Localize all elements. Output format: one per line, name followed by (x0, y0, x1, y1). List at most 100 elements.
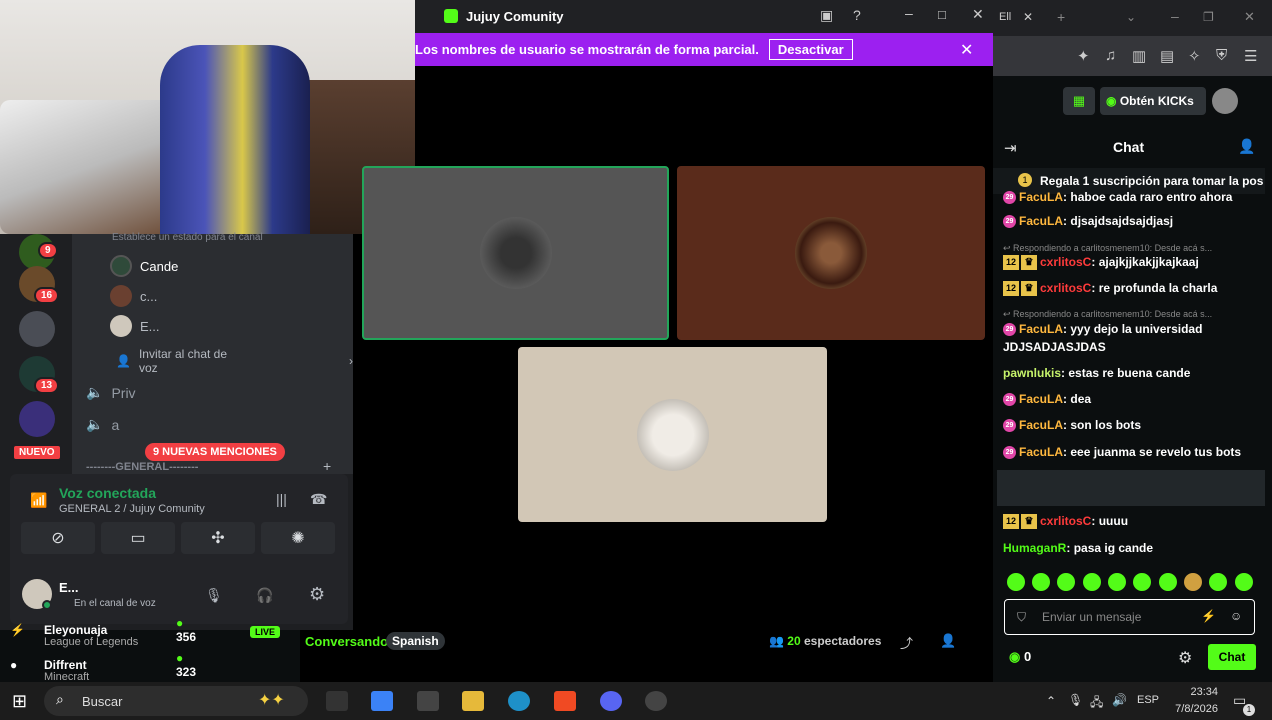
chat-message[interactable]: 29 FacuLA: son los bots (1003, 416, 1265, 434)
emote-icon[interactable] (1007, 573, 1025, 591)
activities-button[interactable]: ✣ (181, 522, 255, 554)
camera-off-button[interactable]: ⊘ (21, 522, 95, 554)
emote-icon[interactable] (1235, 573, 1253, 591)
minimize-icon[interactable]: – (1171, 8, 1179, 24)
voice-user[interactable]: Cande (110, 255, 178, 277)
voice-location[interactable]: GENERAL 2 / Jujuy Comunity (59, 503, 205, 515)
chat-username[interactable]: cxrlitosC (1040, 255, 1091, 269)
file-explorer-icon[interactable] (462, 691, 484, 711)
chat-username[interactable]: cxrlitosC (1040, 514, 1091, 528)
taskbar-search[interactable]: ⌕ Buscar ✦✦ (44, 686, 308, 716)
chat-message[interactable]: pawnlukis: estas re buena cande (1003, 364, 1265, 382)
emote-icon[interactable] (1108, 573, 1126, 591)
chat-username[interactable]: FacuLA (1019, 418, 1063, 432)
voice-connected-label[interactable]: Voz conectada (59, 485, 156, 501)
kick-app-icon[interactable] (645, 691, 667, 711)
emoji-icon[interactable]: ☺ (1230, 609, 1242, 623)
brave-icon[interactable] (554, 691, 576, 711)
streamer-item[interactable]: ● Diffrent Minecraft ● 323 (10, 651, 196, 683)
chat-message[interactable]: 12 ♛ cxrlitosC: ajajkjjkakjjkajkaaj (1003, 253, 1265, 271)
avatar[interactable] (1212, 88, 1238, 114)
music-icon[interactable]: ♫ (1105, 47, 1116, 64)
discord-icon[interactable] (600, 691, 622, 711)
emote-icon[interactable] (1184, 573, 1202, 591)
chat-message[interactable]: 12 ♛ cxrlitosC: re profunda la charla (1003, 279, 1265, 297)
picture-in-picture-icon[interactable]: ▣ (820, 7, 833, 24)
collapse-chat-icon[interactable]: ⇥ (1004, 139, 1017, 157)
emote-icon[interactable] (1133, 573, 1151, 591)
task-view-icon[interactable] (326, 691, 348, 711)
sidebar-icon[interactable]: ▥ (1132, 47, 1146, 65)
restore-icon[interactable]: ❐ (1203, 10, 1214, 24)
minimize-icon[interactable]: – (905, 5, 913, 21)
disconnect-icon[interactable]: ☎ (310, 491, 327, 508)
mail-icon[interactable] (417, 691, 439, 711)
soundboard-button[interactable]: ✺ (261, 522, 335, 554)
add-channel-icon[interactable]: + (323, 458, 331, 474)
chat-message[interactable]: 29 FacuLA: djsajdsajdsajdjasj (1003, 212, 1265, 230)
headphones-icon[interactable]: 🎧 (256, 587, 273, 604)
get-kicks-button[interactable]: ◉ Obtén KICKs (1100, 87, 1206, 115)
clock-date[interactable]: 7/8/2026 (1170, 703, 1218, 715)
noise-icon[interactable]: ||| (276, 491, 287, 507)
new-mentions-pill[interactable]: 9 NUEVAS MENCIONES (145, 443, 285, 461)
extensions-icon[interactable]: ✦ (1077, 47, 1090, 65)
server-icon[interactable] (19, 311, 55, 347)
channel-a[interactable]: 🔈 a (86, 416, 119, 433)
chat-username[interactable]: HumaganR (1003, 541, 1066, 555)
streamer-item[interactable]: ⚡ Eleyonuaja League of Legends ● 356 (10, 616, 196, 648)
chat-username[interactable]: cxrlitosC (1040, 281, 1091, 295)
microphone-icon[interactable]: 🎙 (205, 587, 223, 604)
ai-sparkle-icon[interactable]: ✧ (1188, 47, 1201, 65)
language-indicator[interactable]: ESP (1137, 694, 1159, 706)
chat-settings-icon[interactable]: ⚙ (1178, 648, 1192, 668)
deactivate-button[interactable]: Desactivar (768, 39, 853, 60)
chat-message[interactable]: 29 FacuLA: dea (1003, 390, 1265, 408)
emote-icon[interactable] (1032, 573, 1050, 591)
send-chat-button[interactable]: Chat (1208, 644, 1256, 670)
chat-message[interactable]: 12 ♛ cxrlitosC: uuuu (1003, 512, 1265, 530)
language-tag[interactable]: Spanish (386, 632, 445, 650)
chat-message[interactable]: 29 FacuLA: haboe cada raro entro ahora (1003, 188, 1265, 206)
user-settings-icon[interactable]: 👤 (1238, 138, 1255, 155)
help-icon[interactable]: ? (853, 7, 861, 23)
kicks-balance[interactable]: ◉ 0 (1009, 649, 1031, 665)
category-general[interactable]: --------GENERAL-------- (86, 461, 198, 473)
emote-icon[interactable] (1209, 573, 1227, 591)
close-icon[interactable]: ✕ (960, 40, 973, 60)
close-icon[interactable]: ✕ (972, 6, 984, 23)
chat-username[interactable]: FacuLA (1019, 445, 1063, 459)
network-icon[interactable]: 🖧 (1090, 693, 1103, 714)
kick-rewards-icon[interactable]: ▦ (1063, 87, 1095, 115)
close-icon[interactable]: ✕ (1244, 9, 1255, 25)
browser-tab[interactable]: Ell (999, 11, 1011, 23)
channel-priv[interactable]: 🔈 Priv (86, 384, 136, 401)
people-settings-icon[interactable]: 👤 (940, 633, 956, 649)
chevron-down-icon[interactable]: ⌄ (1126, 10, 1136, 24)
chat-message[interactable]: 29 FacuLA: yyy dejo la universidad JDJSAD… (1003, 320, 1265, 356)
new-badge[interactable]: NUEVO (12, 444, 62, 461)
close-tab-icon[interactable]: ✕ (1023, 10, 1033, 24)
invite-voice-link[interactable]: 👤 Invitar al chat de voz › (116, 347, 353, 375)
menu-icon[interactable]: ☰ (1244, 47, 1257, 65)
chat-username[interactable]: FacuLA (1019, 322, 1063, 336)
chat-message[interactable]: 29 FacuLA: eee juanma se revelo tus bots (1003, 443, 1265, 461)
chevron-up-icon[interactable]: ⌃ (1046, 694, 1056, 708)
emote-icon[interactable] (1159, 573, 1177, 591)
participant-tile[interactable] (362, 166, 669, 340)
volume-icon[interactable]: 🔊 (1112, 693, 1127, 707)
participant-tile[interactable] (677, 166, 985, 340)
share-screen-button[interactable]: ▭ (101, 522, 175, 554)
clock-time[interactable]: 23:34 (1180, 686, 1218, 698)
chat-message[interactable]: HumaganR: pasa ig cande (1003, 539, 1265, 557)
chat-username[interactable]: FacuLA (1019, 190, 1063, 204)
chat-username[interactable]: pawnlukis (1003, 366, 1061, 380)
settings-gear-icon[interactable]: ⚙ (309, 584, 325, 605)
quick-emote-icon[interactable]: ⚡ (1201, 609, 1216, 623)
status-hint[interactable]: Establece un estado para el canal (112, 232, 263, 243)
share-icon[interactable]: ⤴ (900, 633, 913, 652)
voice-user[interactable]: E... (110, 315, 160, 337)
message-input[interactable]: ⛉ Enviar un mensaje ⚡ ☺ (1004, 599, 1255, 635)
new-tab-icon[interactable]: + (1057, 9, 1065, 25)
wallet-icon[interactable]: ▤ (1160, 47, 1174, 65)
